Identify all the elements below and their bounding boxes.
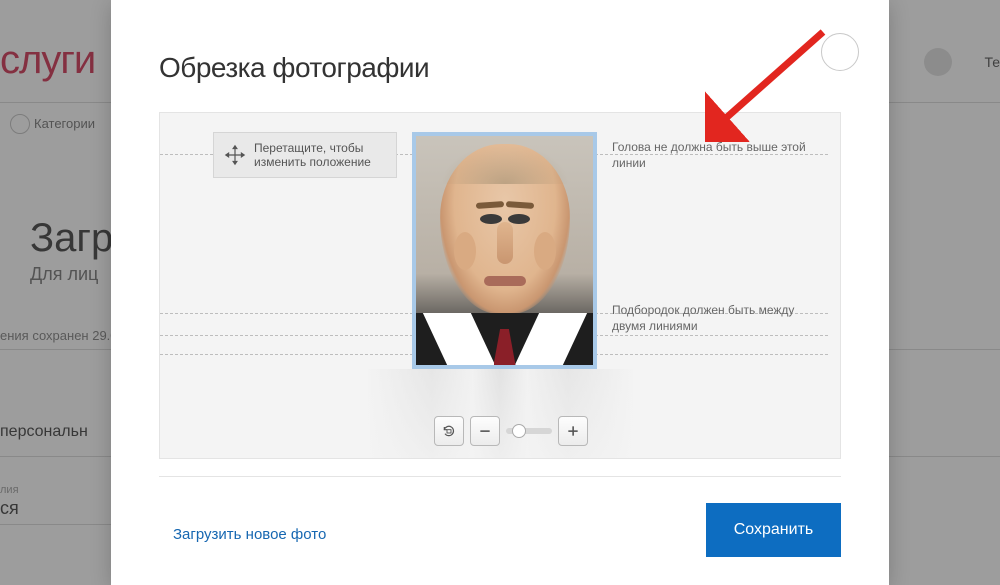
zoom-out-button[interactable] (470, 416, 500, 446)
zoom-in-button[interactable] (558, 416, 588, 446)
zoom-controls (434, 416, 588, 446)
drag-hint: Перетащите, чтобы изменить положение (213, 132, 397, 178)
photo-crop-modal: Обрезка фотографии Перетащите, чтобы изм… (111, 0, 889, 585)
guide-label-top: Голова не должна быть выше этой линии (612, 140, 827, 171)
crop-frame[interactable] (412, 132, 597, 369)
plus-icon (565, 423, 581, 439)
zoom-slider[interactable] (506, 428, 552, 434)
drag-hint-text: Перетащите, чтобы изменить положение (254, 141, 386, 170)
rotate-icon (441, 423, 457, 439)
upload-new-link[interactable]: Загрузить новое фото (173, 526, 326, 543)
photo-placeholder (416, 136, 593, 365)
crop-workspace: Перетащите, чтобы изменить положение Гол… (159, 112, 841, 459)
modal-divider (159, 476, 841, 477)
rotate-button[interactable] (434, 416, 464, 446)
zoom-slider-thumb[interactable] (512, 424, 526, 438)
save-button[interactable]: Сохранить (706, 503, 841, 557)
move-icon (224, 144, 246, 166)
close-button[interactable] (821, 33, 859, 71)
minus-icon (477, 423, 493, 439)
guide-label-chin: Подбородок должен быть между двумя линия… (612, 303, 827, 334)
modal-title: Обрезка фотографии (159, 52, 429, 84)
